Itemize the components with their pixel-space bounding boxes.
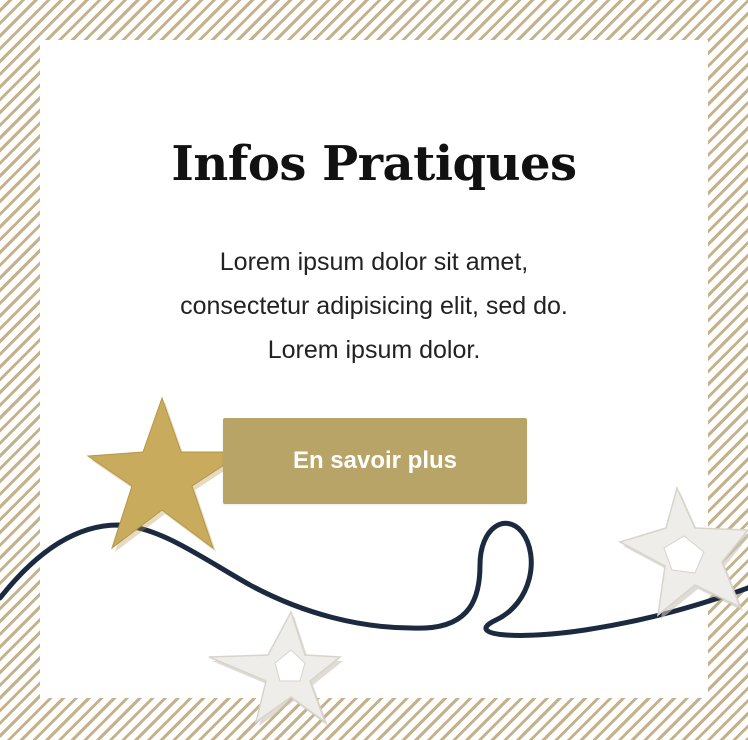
decoration-layer	[0, 396, 748, 726]
learn-more-button[interactable]: En savoir plus	[223, 418, 527, 504]
white-star-icon	[618, 485, 748, 619]
white-star-icon	[208, 610, 343, 726]
